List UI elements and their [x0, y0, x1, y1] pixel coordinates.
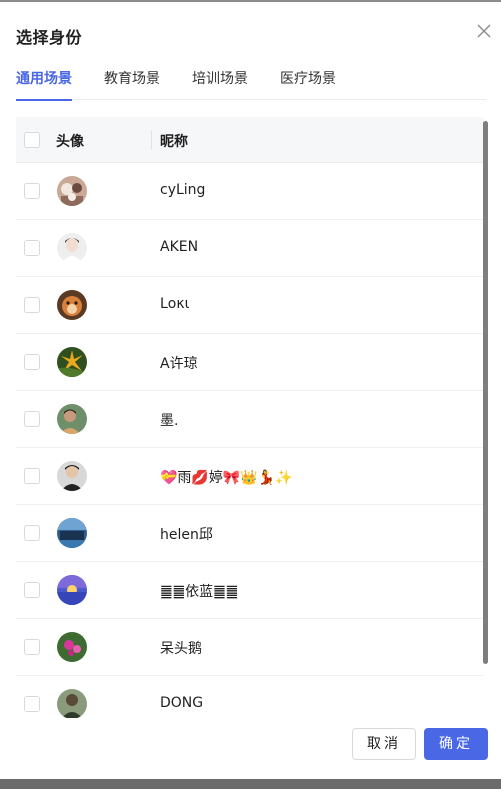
- nickname: AKEN: [160, 239, 199, 255]
- nickname: cyLing: [160, 182, 206, 198]
- row-checkbox[interactable]: [24, 468, 40, 484]
- table-row[interactable]: DONG: [16, 676, 484, 718]
- table-row[interactable]: 💝雨💋婷🎀👑💃✨: [16, 448, 484, 505]
- avatar: [57, 575, 87, 605]
- tab-education-scene[interactable]: 教育场景: [104, 68, 160, 100]
- avatar: [57, 233, 87, 263]
- row-checkbox[interactable]: [24, 297, 40, 313]
- table-row[interactable]: AKEN: [16, 220, 484, 277]
- column-divider: [151, 130, 152, 150]
- avatar: [57, 518, 87, 548]
- row-checkbox[interactable]: [24, 240, 40, 256]
- cancel-button[interactable]: 取消: [352, 728, 416, 760]
- nickname: DONG: [160, 695, 204, 711]
- close-icon[interactable]: [474, 21, 494, 41]
- nickname: A许琼: [160, 356, 198, 372]
- row-checkbox[interactable]: [24, 696, 40, 712]
- nickname: ䷀䷀依蓝䷀䷀: [160, 584, 239, 600]
- table-row[interactable]: A许琼: [16, 334, 484, 391]
- table-row[interactable]: 呆头鹅: [16, 619, 484, 676]
- table-row[interactable]: cyLing: [16, 163, 484, 220]
- table-header: 头像 昵称: [16, 117, 484, 163]
- avatar: [57, 347, 87, 377]
- table-row[interactable]: 墨.: [16, 391, 484, 448]
- table-row[interactable]: Lοκι: [16, 277, 484, 334]
- avatar: [57, 404, 87, 434]
- avatar: [57, 632, 87, 662]
- row-checkbox[interactable]: [24, 411, 40, 427]
- table-row[interactable]: ䷀䷀依蓝䷀䷀: [16, 562, 484, 619]
- tab-medical-scene[interactable]: 医疗场景: [280, 68, 336, 100]
- tab-training-scene[interactable]: 培训场景: [192, 68, 248, 100]
- row-checkbox[interactable]: [24, 525, 40, 541]
- select-all-checkbox[interactable]: [24, 132, 40, 148]
- avatar: [57, 176, 87, 206]
- row-checkbox[interactable]: [24, 582, 40, 598]
- table-row[interactable]: helen邱: [16, 505, 484, 562]
- confirm-button[interactable]: 确定: [424, 728, 488, 760]
- dialog-title: 选择身份: [16, 28, 83, 47]
- row-checkbox[interactable]: [24, 354, 40, 370]
- nickname: 💝雨💋婷🎀👑💃✨: [160, 470, 293, 486]
- tab-general-scene[interactable]: 通用场景: [16, 68, 72, 101]
- identity-table: 头像 昵称 cyLing AKEN Lοκι A许琼 墨. 💝雨💋婷🎀👑💃✨ h…: [16, 117, 484, 718]
- nickname: 呆头鹅: [160, 641, 202, 657]
- window-bottom-edge: [0, 779, 501, 789]
- header-avatar: 头像: [56, 134, 84, 150]
- scene-tabs: 通用场景 教育场景 培训场景 医疗场景: [16, 68, 486, 101]
- nickname: Lοκι: [160, 296, 190, 312]
- header-nickname: 昵称: [160, 134, 188, 150]
- nickname: 墨.: [160, 413, 179, 429]
- avatar: [57, 461, 87, 491]
- nickname: helen邱: [160, 527, 213, 543]
- avatar: [57, 689, 87, 718]
- avatar: [57, 290, 87, 320]
- table-scrollbar[interactable]: [483, 121, 488, 664]
- row-checkbox[interactable]: [24, 639, 40, 655]
- select-identity-dialog: 选择身份 通用场景 教育场景 培训场景 医疗场景 头像 昵称 cyLing AK…: [0, 2, 501, 779]
- row-checkbox[interactable]: [24, 183, 40, 199]
